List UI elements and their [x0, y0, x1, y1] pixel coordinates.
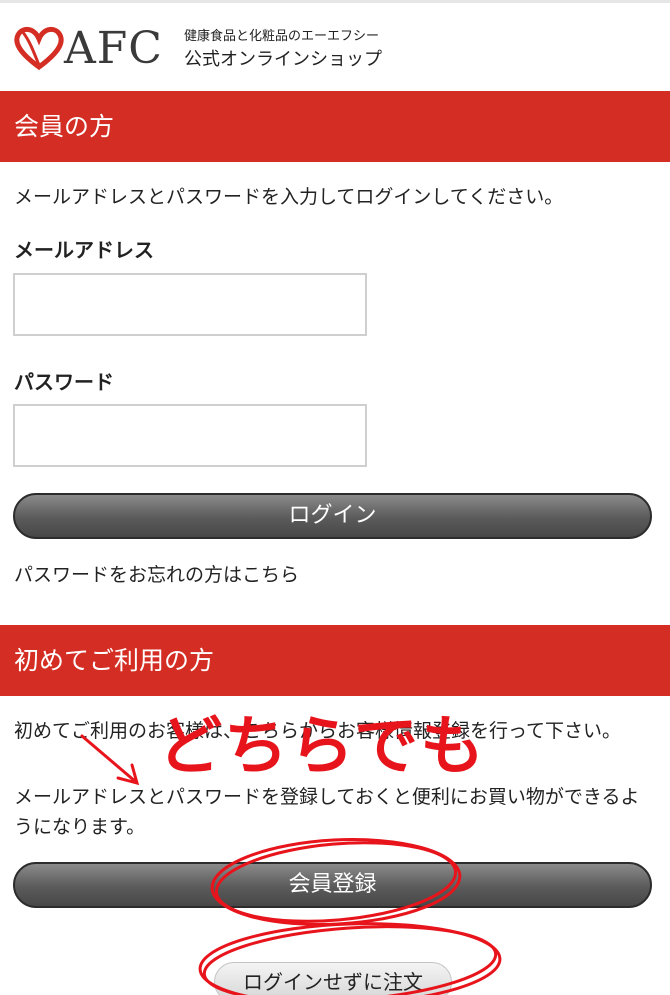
- register-button[interactable]: 会員登録: [13, 862, 652, 908]
- email-label: メールアドレス: [14, 238, 154, 262]
- first-time-section-header: 初めてご利用の方: [0, 625, 670, 696]
- site-header: AFC 健康食品と化粧品のエーエフシー 公式オンラインショップ: [0, 3, 670, 91]
- annotation-arrow-head: [116, 763, 140, 786]
- login-instruction: メールアドレスとパスワードを入力してログインしてください。: [14, 186, 564, 208]
- login-button[interactable]: ログイン: [13, 493, 652, 539]
- order-without-login-button[interactable]: ログインせずに注文: [214, 962, 452, 995]
- email-input[interactable]: [13, 273, 367, 336]
- annotation-text: どちらでも: [158, 710, 487, 784]
- password-input[interactable]: [13, 404, 367, 467]
- shop-name: 公式オンラインショップ: [184, 49, 382, 70]
- forgot-password-link[interactable]: パスワードをお忘れの方はこちら: [14, 560, 299, 587]
- brand-tagline: 健康食品と化粧品のエーエフシー: [184, 29, 380, 44]
- logo-text[interactable]: AFC: [64, 21, 163, 77]
- member-section-header: 会員の方: [0, 91, 670, 162]
- password-label: パスワード: [14, 370, 114, 394]
- heart-logo-icon[interactable]: [12, 25, 66, 71]
